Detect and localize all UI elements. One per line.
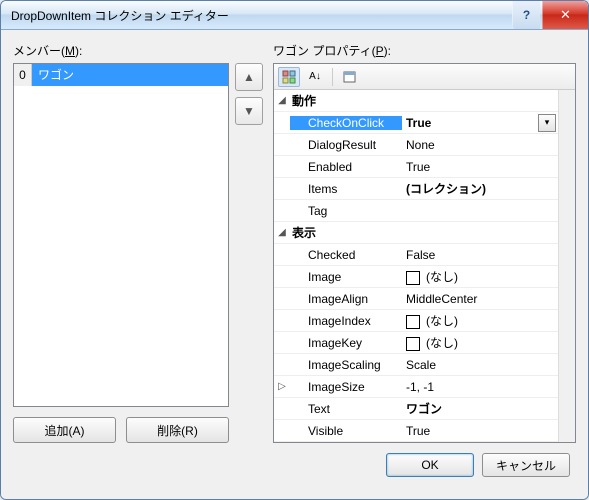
- property-name: Enabled: [290, 160, 402, 174]
- list-item[interactable]: 0 ワゴン: [14, 64, 228, 86]
- members-listbox[interactable]: 0 ワゴン: [13, 63, 229, 407]
- scrollbar[interactable]: [558, 90, 575, 442]
- expand-icon[interactable]: ◢: [274, 227, 290, 238]
- property-grid[interactable]: A↓ ◢動作CheckOnClickTrue▾DialogResultNoneE…: [273, 63, 576, 443]
- remove-button[interactable]: 削除(R): [126, 417, 229, 443]
- sort-az-icon: A↓: [309, 71, 321, 82]
- category-name: 表示: [290, 224, 316, 241]
- property-value[interactable]: (コレクション): [402, 180, 558, 197]
- property-row[interactable]: Textワゴン: [274, 398, 558, 420]
- property-value[interactable]: True: [402, 424, 558, 438]
- property-row[interactable]: CheckOnClickTrue▾: [274, 112, 558, 134]
- property-name: ImageScaling: [290, 358, 402, 372]
- property-name: CheckOnClick: [290, 116, 402, 130]
- ok-button[interactable]: OK: [386, 453, 474, 477]
- expand-icon[interactable]: ◢: [274, 95, 290, 106]
- help-button[interactable]: ?: [512, 1, 540, 29]
- property-name: Tag: [290, 204, 402, 218]
- property-value[interactable]: ワゴン: [402, 400, 558, 417]
- property-row[interactable]: Tag: [274, 200, 558, 222]
- property-row[interactable]: CheckedFalse: [274, 244, 558, 266]
- property-category[interactable]: ◢動作: [274, 90, 558, 112]
- property-name: Image: [290, 270, 402, 284]
- pages-icon: [343, 70, 357, 84]
- property-value[interactable]: Scale: [402, 358, 558, 372]
- property-row[interactable]: Items(コレクション): [274, 178, 558, 200]
- property-value[interactable]: False: [402, 248, 558, 262]
- properties-label: ワゴン プロパティ(P):: [273, 42, 576, 59]
- color-swatch: [406, 315, 420, 329]
- alphabetical-button[interactable]: A↓: [304, 67, 326, 87]
- window-title: DropDownItem コレクション エディター: [11, 7, 512, 24]
- move-up-button[interactable]: ▲: [235, 63, 263, 91]
- property-row[interactable]: ImageKey(なし): [274, 332, 558, 354]
- titlebar[interactable]: DropDownItem コレクション エディター ? ✕: [1, 1, 588, 30]
- color-swatch: [406, 271, 420, 285]
- list-item-index: 0: [14, 64, 32, 86]
- arrow-down-icon: ▼: [243, 104, 255, 118]
- move-down-button[interactable]: ▼: [235, 97, 263, 125]
- property-row[interactable]: ImageAlignMiddleCenter: [274, 288, 558, 310]
- color-swatch: [406, 337, 420, 351]
- property-name: ImageAlign: [290, 292, 402, 306]
- dropdown-button[interactable]: ▾: [538, 114, 556, 132]
- categorized-button[interactable]: [278, 67, 300, 87]
- property-name: Items: [290, 182, 402, 196]
- property-value[interactable]: True: [402, 160, 558, 174]
- category-name: 動作: [290, 92, 316, 109]
- property-row[interactable]: EnabledTrue: [274, 156, 558, 178]
- members-label: メンバー(M):: [13, 42, 263, 59]
- property-name: Text: [290, 402, 402, 416]
- property-row[interactable]: ▷ImageSize-1, -1: [274, 376, 558, 398]
- arrow-up-icon: ▲: [243, 70, 255, 84]
- property-name: Visible: [290, 424, 402, 438]
- property-name: ImageKey: [290, 336, 402, 350]
- property-row[interactable]: VisibleTrue: [274, 420, 558, 442]
- property-row[interactable]: Image(なし): [274, 266, 558, 288]
- list-item-text: ワゴン: [32, 64, 228, 86]
- dialog-window: DropDownItem コレクション エディター ? ✕ メンバー(M): 0…: [0, 0, 589, 500]
- property-pages-button[interactable]: [339, 67, 361, 87]
- categorized-icon: [282, 70, 296, 84]
- property-name: ImageIndex: [290, 314, 402, 328]
- close-button[interactable]: ✕: [542, 1, 588, 29]
- add-button[interactable]: 追加(A): [13, 417, 116, 443]
- property-value[interactable]: None: [402, 138, 558, 152]
- property-row[interactable]: ImageScalingScale: [274, 354, 558, 376]
- property-value[interactable]: (なし): [402, 312, 558, 329]
- property-value[interactable]: MiddleCenter: [402, 292, 558, 306]
- property-value[interactable]: -1, -1: [402, 380, 558, 394]
- property-name: DialogResult: [290, 138, 402, 152]
- property-name: ImageSize: [290, 380, 402, 394]
- property-category[interactable]: ◢表示: [274, 222, 558, 244]
- property-row[interactable]: ImageIndex(なし): [274, 310, 558, 332]
- cancel-button[interactable]: キャンセル: [482, 453, 570, 477]
- property-value[interactable]: (なし): [402, 268, 558, 285]
- expand-icon[interactable]: ▷: [274, 381, 290, 392]
- property-value[interactable]: (なし): [402, 334, 558, 351]
- property-value[interactable]: True: [402, 116, 538, 130]
- property-row[interactable]: DialogResultNone: [274, 134, 558, 156]
- property-name: Checked: [290, 248, 402, 262]
